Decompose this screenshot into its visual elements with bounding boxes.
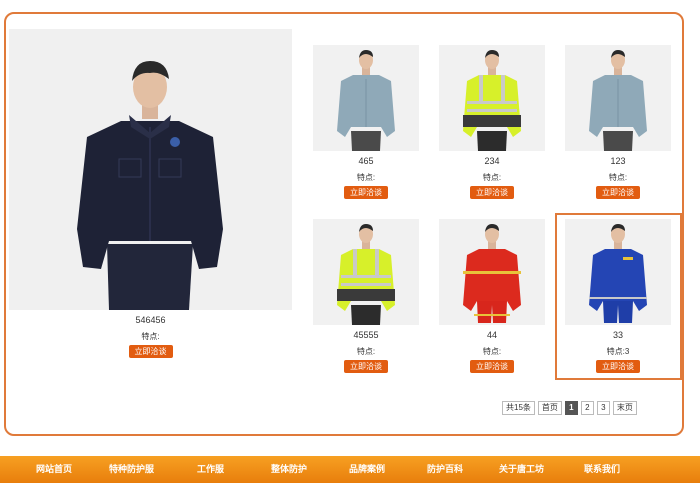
nav-item-home[interactable]: 网站首页 xyxy=(36,464,72,475)
product-card[interactable]: 44 特点: 立即洽谈 xyxy=(439,219,545,373)
pagination-page-3[interactable]: 3 xyxy=(596,401,610,415)
product-card[interactable]: 123 特点: 立即洽谈 xyxy=(565,45,671,199)
nav-item-workwear[interactable]: 工作服 xyxy=(197,464,224,475)
nav-item-contact[interactable]: 联系我们 xyxy=(584,464,620,475)
shirt-blue-illustration xyxy=(313,45,419,151)
consult-button[interactable]: 立即洽谈 xyxy=(596,360,640,373)
featured-product-photo[interactable] xyxy=(9,29,292,310)
featured-product-feature: 特点: xyxy=(141,332,160,341)
consult-button[interactable]: 立即洽谈 xyxy=(344,186,388,199)
featured-consult-button[interactable]: 立即洽谈 xyxy=(128,345,173,358)
consult-button[interactable]: 立即洽谈 xyxy=(470,360,514,373)
workwear-navy-illustration xyxy=(9,29,292,310)
hivis-jacket-illustration xyxy=(313,219,419,325)
royal-blue-workwear-illustration xyxy=(565,219,671,325)
product-card[interactable]: 234 特点: 立即洽谈 xyxy=(439,45,545,199)
pagination-first-button[interactable]: 首页 xyxy=(537,401,562,415)
bottom-nav-bar: 网站首页 特种防护服 工作服 整体防护 品牌案例 防护百科 关于唐工坊 联系我们 xyxy=(0,456,700,483)
product-feature: 特点: xyxy=(356,347,376,356)
nav-item-about[interactable]: 关于唐工坊 xyxy=(499,464,544,475)
pagination: 共15条 首页 1 2 3 末页 xyxy=(502,401,637,415)
product-feature: 特点: xyxy=(482,173,502,182)
nav-item-cases[interactable]: 品牌案例 xyxy=(349,464,385,475)
pagination-total: 共15条 xyxy=(502,401,535,415)
product-card[interactable]: 45555 特点: 立即洽谈 xyxy=(313,219,419,373)
product-photo[interactable] xyxy=(565,219,671,325)
shirt-blue-illustration xyxy=(565,45,671,151)
product-name[interactable]: 234 xyxy=(439,156,545,167)
product-photo[interactable] xyxy=(439,219,545,325)
nav-item-special-protective[interactable]: 特种防护服 xyxy=(109,464,154,475)
product-feature: 特点:3 xyxy=(606,347,630,356)
hivis-jacket-illustration xyxy=(439,45,545,151)
product-photo[interactable] xyxy=(439,45,545,151)
product-feature: 特点: xyxy=(608,173,628,182)
pagination-page-1[interactable]: 1 xyxy=(564,401,578,415)
product-name[interactable]: 44 xyxy=(439,330,545,341)
consult-button[interactable]: 立即洽谈 xyxy=(344,360,388,373)
product-photo[interactable] xyxy=(313,219,419,325)
product-feature: 特点: xyxy=(482,347,502,356)
consult-button[interactable]: 立即洽谈 xyxy=(596,186,640,199)
product-card[interactable]: 465 特点: 立即洽谈 xyxy=(313,45,419,199)
featured-product-name[interactable]: 546456 xyxy=(9,315,292,326)
nav-item-full-protection[interactable]: 整体防护 xyxy=(271,464,307,475)
product-photo[interactable] xyxy=(565,45,671,151)
product-photo[interactable] xyxy=(313,45,419,151)
product-card[interactable]: 33 特点:3 立即洽谈 xyxy=(565,219,671,373)
nav-item-encyclopedia[interactable]: 防护百科 xyxy=(427,464,463,475)
red-coverall-illustration xyxy=(439,219,545,325)
product-name[interactable]: 465 xyxy=(313,156,419,167)
product-name[interactable]: 123 xyxy=(565,156,671,167)
pagination-page-2[interactable]: 2 xyxy=(580,401,594,415)
featured-product[interactable]: 546456 特点: 立即洽谈 xyxy=(9,29,292,358)
product-name[interactable]: 45555 xyxy=(313,330,419,341)
pagination-last-button[interactable]: 末页 xyxy=(612,401,637,415)
product-name[interactable]: 33 xyxy=(565,330,671,341)
consult-button[interactable]: 立即洽谈 xyxy=(470,186,514,199)
product-feature: 特点: xyxy=(356,173,376,182)
